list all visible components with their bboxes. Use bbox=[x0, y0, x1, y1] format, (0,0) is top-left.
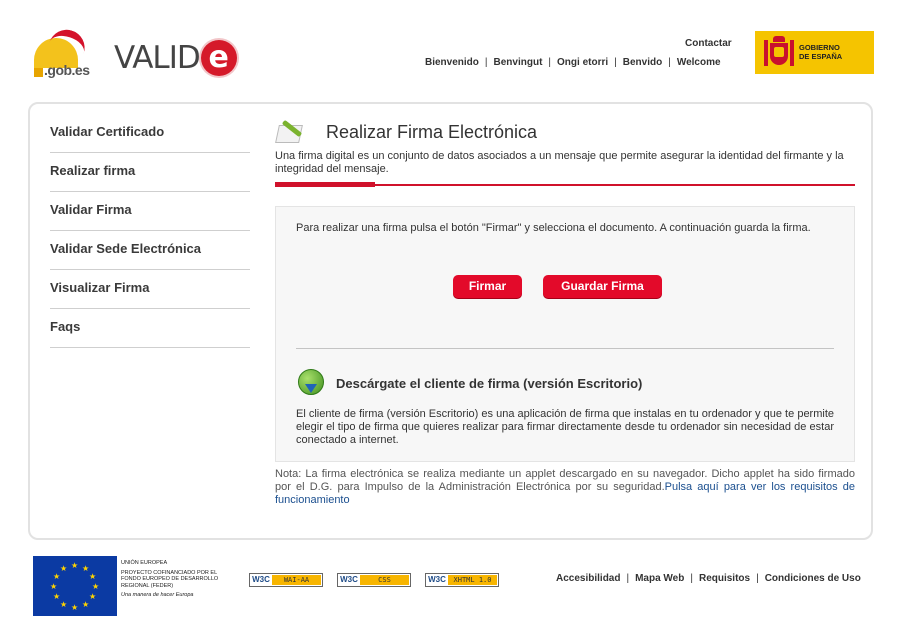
sidebar-item-faqs[interactable]: Faqs bbox=[50, 309, 250, 348]
badge-xhtml[interactable]: W3C XHTML 1.0 bbox=[425, 573, 499, 587]
lang-link-welcome[interactable]: Welcome bbox=[677, 57, 721, 68]
eu-flag-icon: ★ ★ ★ ★ ★ ★ ★ ★ ★ ★ ★ ★ bbox=[33, 556, 117, 616]
gob-es-logo-square bbox=[34, 68, 43, 77]
sidebar-item-validar-certificado[interactable]: Validar Certificado bbox=[50, 114, 250, 153]
download-client-text: El cliente de firma (versión Escritorio)… bbox=[296, 408, 834, 446]
footer-link-mapa-web[interactable]: Mapa Web bbox=[635, 573, 684, 584]
instructions-text: Para realizar una firma pulsa el botón "… bbox=[296, 222, 811, 234]
footer-link-condiciones[interactable]: Condiciones de Uso bbox=[765, 573, 861, 584]
firmar-button[interactable]: Firmar bbox=[453, 275, 522, 298]
download-client-title[interactable]: Descárgate el cliente de firma (versión … bbox=[336, 376, 642, 391]
footer-link-accesibilidad[interactable]: Accesibilidad bbox=[556, 573, 620, 584]
lang-separator: | bbox=[668, 57, 671, 68]
footer-separator: | bbox=[756, 573, 759, 584]
badge-wai-aa[interactable]: W3C WAI-AA bbox=[249, 573, 323, 587]
intro-text: Una firma digital es un conjunto de dato… bbox=[275, 150, 844, 175]
badge-css[interactable]: W3C CSS bbox=[337, 573, 411, 587]
gobierno-logo-text: GOBIERNO DE ESPAÑA bbox=[799, 43, 842, 61]
eu-line2: PROYECTO COFINANCIADO POR EL FONDO EUROP… bbox=[121, 569, 219, 589]
w3c-logo-icon: W3C bbox=[338, 574, 360, 586]
lang-link-benvido[interactable]: Benvido bbox=[623, 57, 662, 68]
badge-css-text: CSS bbox=[360, 575, 409, 585]
footer-nav: Accesibilidad | Mapa Web | Requisitos | Condic… bbox=[556, 573, 861, 584]
valide-logo-word: VALID bbox=[114, 40, 201, 76]
lang-link-benvingut[interactable]: Benvingut bbox=[494, 57, 543, 68]
valide-logo[interactable]: VALID e bbox=[114, 36, 237, 80]
signature-box: Para realizar una firma pulsa el botón "… bbox=[275, 206, 855, 462]
gob-es-logo[interactable]: .gob.es bbox=[30, 25, 110, 80]
title-divider bbox=[275, 182, 855, 187]
gobierno-de-espana-logo[interactable]: GOBIERNO DE ESPAÑA bbox=[755, 31, 874, 74]
contactar-link[interactable]: Contactar bbox=[685, 38, 732, 49]
valide-logo-e-icon: e bbox=[200, 40, 237, 76]
language-nav: Bienvenido | Benvingut | Ongi etorri | Benvido… bbox=[425, 57, 721, 68]
lang-separator: | bbox=[548, 57, 552, 68]
globe-download-icon[interactable] bbox=[298, 369, 324, 395]
coat-of-arms-icon bbox=[764, 36, 794, 69]
eu-line3: Una manera de hacer Europa bbox=[121, 592, 194, 598]
gob-es-logo-text: .gob.es bbox=[44, 62, 90, 78]
gobierno-line1: GOBIERNO bbox=[799, 43, 840, 52]
lang-separator: | bbox=[614, 57, 617, 68]
page-title: Realizar Firma Electrónica bbox=[326, 122, 538, 142]
sidebar-item-realizar-firma[interactable]: Realizar firma bbox=[50, 153, 250, 192]
footer-separator: | bbox=[690, 573, 693, 584]
guardar-firma-button[interactable]: Guardar Firma bbox=[543, 275, 662, 298]
eu-line1: UNIÓN EUROPEA bbox=[121, 560, 168, 566]
lang-link-bienvenido[interactable]: Bienvenido bbox=[425, 57, 479, 68]
w3c-logo-icon: W3C bbox=[426, 574, 448, 586]
lang-link-ongi-etorri[interactable]: Ongi etorri bbox=[557, 57, 608, 68]
sidebar-item-visualizar-firma[interactable]: Visualizar Firma bbox=[50, 270, 250, 309]
footer-separator: | bbox=[626, 573, 630, 584]
title-row: Realizar Firma Electrónica bbox=[275, 114, 855, 148]
lang-separator: | bbox=[484, 57, 488, 68]
footer-link-requisitos[interactable]: Requisitos bbox=[699, 573, 750, 584]
content-area: Realizar Firma Electrónica Una firma dig… bbox=[275, 114, 855, 506]
eu-funding-text: UNIÓN EUROPEA PROYECTO COFINANCIADO POR … bbox=[121, 560, 231, 599]
gobierno-line2: DE ESPAÑA bbox=[799, 52, 843, 61]
signature-pen-icon bbox=[275, 119, 305, 145]
badge-xhtml-text: XHTML 1.0 bbox=[448, 575, 497, 585]
box-divider bbox=[296, 348, 834, 349]
sidebar-item-validar-firma[interactable]: Validar Firma bbox=[50, 192, 250, 231]
w3c-logo-icon: W3C bbox=[250, 574, 272, 586]
sidebar-item-validar-sede[interactable]: Validar Sede Electrónica bbox=[50, 231, 250, 270]
badge-wai-aa-text: WAI-AA bbox=[272, 575, 321, 585]
note-text: Nota: La firma electrónica se realiza me… bbox=[275, 468, 855, 507]
sidebar-nav: Validar Certificado Realizar firma Valid… bbox=[50, 114, 250, 348]
